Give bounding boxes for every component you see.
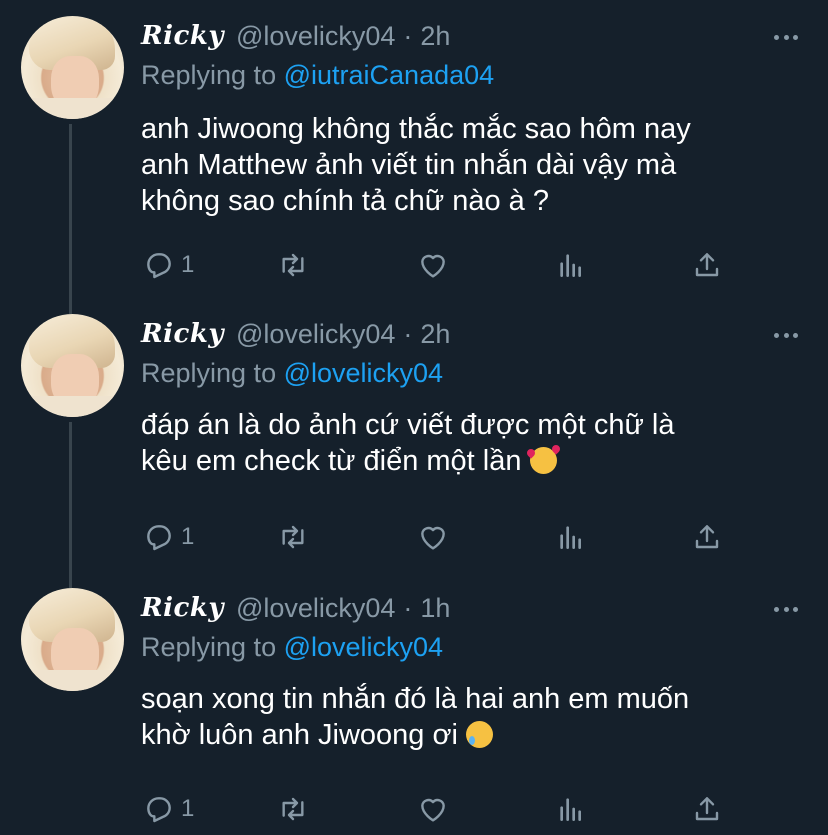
tweet-text-line: anh Matthew ảnh viết tin nhắn dài vậy mà	[141, 149, 677, 181]
retweet-button[interactable]	[277, 248, 309, 282]
thread-line	[69, 274, 72, 314]
tweet-text: anh Jiwoong không thắc mắc sao hôm nay a…	[141, 111, 801, 219]
tweet-actions: 1	[141, 520, 741, 554]
timestamp[interactable]: 2h	[420, 319, 450, 350]
reply-icon	[143, 521, 175, 553]
share-button[interactable]	[691, 248, 723, 282]
user-handle[interactable]: @lovelicky04	[236, 593, 395, 624]
reply-button[interactable]: 1	[143, 792, 194, 826]
reply-icon	[143, 793, 175, 825]
tweet-text-line-with-emoji: kêu em check từ điển một lần	[141, 443, 801, 479]
tweet-text-line: soạn xong tin nhắn đó là hai anh em muốn	[141, 683, 690, 715]
tweet-text-line: đáp án là do ảnh cứ viết được một chữ là	[141, 409, 675, 441]
retweet-button[interactable]	[277, 520, 309, 554]
tweet-header: Ricky @lovelicky04 · 2h	[141, 317, 450, 351]
analytics-button[interactable]	[555, 248, 587, 282]
replying-to-label: Replying to	[141, 60, 277, 90]
reply-count: 1	[181, 251, 195, 278]
replying-to-label: Replying to	[141, 358, 277, 388]
tweet-header: Ricky @lovelicky04 · 1h	[141, 591, 450, 625]
tweet-actions: 1	[141, 248, 741, 282]
separator: ·	[403, 592, 413, 623]
tweet-text: đáp án là do ảnh cứ viết được một chữ là…	[141, 407, 801, 479]
tweet[interactable]: Ricky @lovelicky04 · 1h Replying to @lov…	[0, 548, 828, 835]
analytics-icon	[555, 249, 587, 281]
retweet-button[interactable]	[277, 792, 309, 826]
like-button[interactable]	[417, 248, 449, 282]
replying-to: Replying to @lovelicky04	[141, 632, 443, 663]
reply-icon	[143, 249, 175, 281]
replying-to-mention[interactable]: @iutraiCanada04	[284, 60, 495, 90]
user-handle[interactable]: @lovelicky04	[236, 21, 395, 52]
more-icon[interactable]	[774, 32, 798, 42]
like-icon	[417, 521, 449, 553]
tweet[interactable]: Ricky @lovelicky04 · 2h Replying to @iut…	[0, 0, 828, 279]
share-button[interactable]	[691, 792, 723, 826]
timestamp[interactable]: 2h	[420, 21, 450, 52]
reply-count: 1	[181, 795, 195, 822]
like-icon	[417, 793, 449, 825]
replying-to: Replying to @lovelicky04	[141, 358, 443, 389]
avatar[interactable]	[21, 16, 124, 119]
like-button[interactable]	[417, 520, 449, 554]
avatar[interactable]	[21, 588, 124, 691]
tweet[interactable]: Ricky @lovelicky04 · 2h Replying to @lov…	[0, 274, 828, 572]
display-name[interactable]: Ricky	[141, 319, 224, 349]
smiling-face-with-hearts-icon	[529, 447, 557, 474]
timestamp[interactable]: 1h	[420, 593, 450, 624]
share-button[interactable]	[691, 520, 723, 554]
share-icon	[691, 521, 723, 553]
tweet-text-line: không sao chính tả chữ nào à ?	[141, 185, 549, 217]
analytics-icon	[555, 521, 587, 553]
tweet-actions: 1	[141, 792, 741, 826]
like-icon	[417, 249, 449, 281]
smiling-face-with-tear-icon	[466, 721, 494, 748]
replying-to-label: Replying to	[141, 632, 277, 662]
analytics-button[interactable]	[555, 520, 587, 554]
thread-line	[69, 548, 72, 588]
display-name[interactable]: Ricky	[141, 593, 224, 623]
avatar[interactable]	[21, 314, 124, 417]
replying-to-mention[interactable]: @lovelicky04	[284, 358, 443, 388]
display-name[interactable]: Ricky	[141, 21, 224, 51]
tweet-text-line: khờ luôn anh Jiwoong ơi	[141, 719, 458, 751]
tweet-text-line-with-emoji: khờ luôn anh Jiwoong ơi	[141, 717, 801, 753]
tweet-text: soạn xong tin nhắn đó là hai anh em muốn…	[141, 681, 801, 753]
retweet-icon	[277, 793, 309, 825]
replying-to-mention[interactable]: @lovelicky04	[284, 632, 443, 662]
reply-count: 1	[181, 523, 195, 550]
share-icon	[691, 249, 723, 281]
analytics-icon	[555, 793, 587, 825]
separator: ·	[403, 318, 413, 349]
analytics-button[interactable]	[555, 792, 587, 826]
replying-to: Replying to @iutraiCanada04	[141, 60, 494, 91]
more-icon[interactable]	[774, 330, 798, 340]
reply-button[interactable]: 1	[143, 248, 194, 282]
share-icon	[691, 793, 723, 825]
reply-button[interactable]: 1	[143, 520, 194, 554]
retweet-icon	[277, 521, 309, 553]
like-button[interactable]	[417, 792, 449, 826]
separator: ·	[403, 20, 413, 51]
tweet-text-line: kêu em check từ điển một lần	[141, 445, 522, 477]
retweet-icon	[277, 249, 309, 281]
more-icon[interactable]	[774, 604, 798, 614]
tweet-text-line: anh Jiwoong không thắc mắc sao hôm nay	[141, 113, 691, 145]
thread-line	[69, 124, 72, 274]
tweet-header: Ricky @lovelicky04 · 2h	[141, 19, 450, 53]
user-handle[interactable]: @lovelicky04	[236, 319, 395, 350]
